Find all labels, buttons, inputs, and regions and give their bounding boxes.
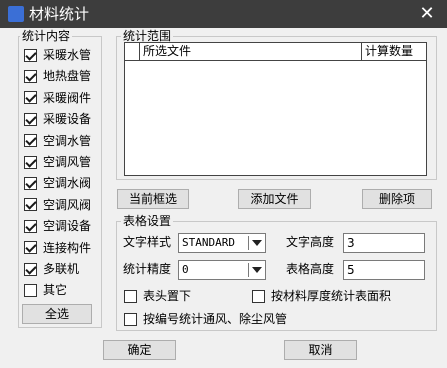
content-option-checkbox[interactable] [24,176,37,190]
by-number-checkbox[interactable] [124,312,137,326]
content-option[interactable]: 采暖水管 [24,47,91,63]
by-thickness-label: 按材料厚度统计表面积 [271,289,392,303]
content-option-label: 多联机 [43,262,80,276]
content-option-label: 其它 [43,283,68,298]
ok-button[interactable]: 确定 [103,340,176,360]
text-style-select[interactable]: STANDARD [178,233,266,253]
text-style-value: STANDARD [182,236,235,249]
table-settings-title: 表格设置 [121,214,174,228]
file-list[interactable]: 所选文件 计算数量 [124,42,427,176]
delete-item-button[interactable]: 删除项 [362,189,432,209]
content-option-label: 空调风阀 [43,197,92,212]
content-option[interactable]: 其它 [24,282,67,298]
content-option-label: 空调风管 [43,155,92,169]
by-number-label: 按编号统计通风、除尘风管 [143,312,288,326]
range-group-title: 统计范围 [121,29,174,43]
close-icon[interactable]: ✕ [417,4,437,24]
content-option[interactable]: 采暖阀件 [24,90,91,106]
column-count[interactable]: 计算数量 [361,43,426,60]
app-icon: ACAD [8,6,24,22]
content-option-label: 采暖水管 [43,48,92,62]
add-file-button[interactable]: 添加文件 [238,189,311,209]
table-height-label: 表格高度 [286,262,335,276]
content-option-checkbox[interactable] [24,155,37,169]
chevron-down-icon[interactable] [252,267,262,273]
title-bar: ACAD 材料统计 ✕ [0,0,447,28]
content-option-label: 连接构件 [43,240,92,255]
text-height-input[interactable]: 3 [343,233,425,253]
content-option-checkbox[interactable] [24,48,37,62]
content-option-checkbox[interactable] [24,262,37,276]
content-option-checkbox[interactable] [24,134,37,148]
content-option-checkbox[interactable] [24,241,37,255]
content-option-checkbox[interactable] [24,69,37,83]
content-option-label: 地热盘管 [43,69,92,84]
precision-label: 统计精度 [123,262,172,276]
by-thickness-checkbox[interactable] [252,289,265,303]
header-bottom-label: 表头置下 [143,289,192,303]
current-select-button[interactable]: 当前框选 [117,189,189,209]
content-option-label: 采暖设备 [43,112,92,127]
text-style-label: 文字样式 [123,235,172,249]
content-option[interactable]: 空调风管 [24,154,91,170]
content-option[interactable]: 地热盘管 [24,68,91,84]
cancel-button[interactable]: 取消 [284,340,357,360]
chevron-down-icon[interactable] [252,240,262,246]
content-option-label: 空调水阀 [43,176,92,191]
content-option[interactable]: 空调水管 [24,133,91,149]
combo-separator [248,236,249,250]
content-group-title: 统计内容 [20,29,73,43]
content-option[interactable]: 空调水阀 [24,175,91,191]
content-option-label: 采暖阀件 [43,90,92,105]
precision-value: 0 [182,263,189,276]
file-list-header: 所选文件 计算数量 [125,43,426,61]
header-bottom-option[interactable]: 表头置下 [124,288,191,304]
precision-select[interactable]: 0 [178,260,266,280]
content-option-checkbox[interactable] [24,283,37,297]
window-title: 材料统计 [29,5,90,23]
by-number-option[interactable]: 按编号统计通风、除尘风管 [124,311,287,327]
content-option-checkbox[interactable] [24,219,37,233]
content-option-label: 空调设备 [43,219,92,234]
column-selected-file[interactable]: 所选文件 [139,43,361,60]
content-option[interactable]: 采暖设备 [24,111,91,127]
content-option-checkbox[interactable] [24,198,37,212]
text-height-label: 文字高度 [286,235,335,249]
content-option-checkbox[interactable] [24,91,37,105]
select-all-button[interactable]: 全选 [22,304,92,324]
combo-separator [248,263,249,277]
table-height-input[interactable]: 5 [343,260,425,280]
header-bottom-checkbox[interactable] [124,289,137,303]
content-option[interactable]: 空调风阀 [24,197,91,213]
content-option-checkbox[interactable] [24,112,37,126]
content-option[interactable]: 连接构件 [24,240,91,256]
content-option[interactable]: 空调设备 [24,218,91,234]
content-option[interactable]: 多联机 [24,261,79,277]
by-thickness-option[interactable]: 按材料厚度统计表面积 [252,288,391,304]
content-option-label: 空调水管 [43,133,92,148]
